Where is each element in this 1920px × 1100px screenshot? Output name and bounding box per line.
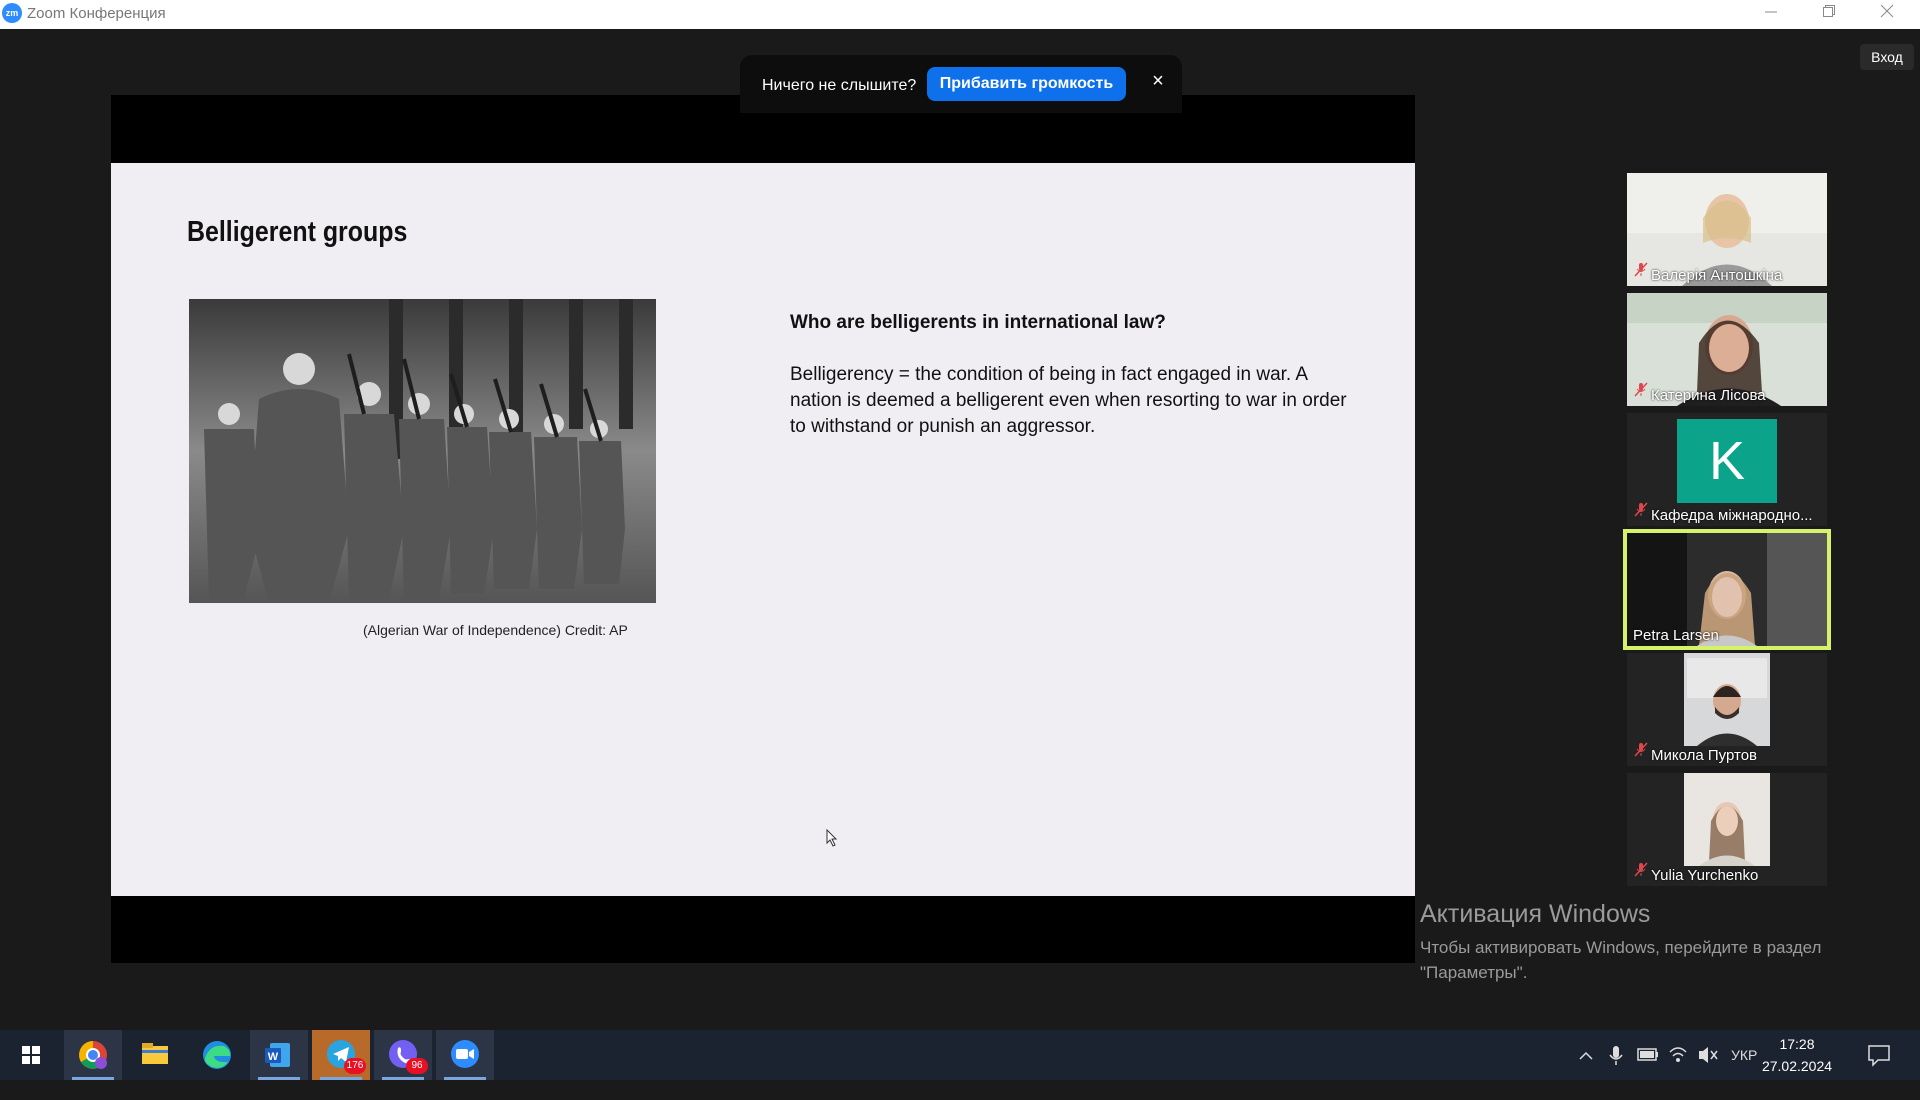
battery-tray-icon[interactable] [1636, 1030, 1660, 1080]
muted-mic-icon [1634, 742, 1648, 762]
close-window-button[interactable] [1858, 0, 1916, 29]
signin-button[interactable]: Вход [1860, 44, 1914, 70]
taskbar: W 176 96 УКР 17:28 27.02.2024 [0, 1030, 1920, 1080]
audio-notification: Ничего не слышите? Прибавить громкость × [740, 55, 1182, 113]
volume-tray-icon[interactable] [1696, 1030, 1720, 1080]
activation-watermark-title: Активация Windows [1420, 900, 1651, 928]
word-icon: W [265, 1043, 290, 1067]
notification-center-icon [1868, 1045, 1890, 1067]
slide-question: Who are belligerents in international la… [790, 312, 1166, 333]
participant-tile[interactable]: K Кафедра міжнародно... [1627, 413, 1827, 526]
chevron-up-icon [1579, 1051, 1593, 1060]
taskbar-app-chrome[interactable] [64, 1030, 122, 1080]
taskbar-app-word[interactable]: W [250, 1030, 308, 1080]
participant-name: Валерія Антошкіна [1651, 267, 1783, 284]
taskbar-clock[interactable]: 17:28 27.02.2024 [1761, 1033, 1833, 1077]
window-titlebar: zm Zoom Конференция [0, 0, 1920, 29]
action-center-button[interactable] [1866, 1030, 1892, 1080]
muted-mic-icon [1634, 382, 1648, 402]
close-icon [1880, 4, 1894, 18]
notification-text: Ничего не слышите? [762, 77, 917, 94]
participant-tile-active-speaker[interactable]: Petra Larsen [1623, 529, 1831, 650]
start-button[interactable] [2, 1030, 60, 1080]
show-hidden-icons-button[interactable] [1576, 1030, 1596, 1080]
muted-mic-icon [1634, 502, 1648, 522]
participant-tile[interactable]: Микола Пуртов [1627, 653, 1827, 766]
input-language-indicator[interactable]: УКР [1731, 1030, 1757, 1080]
participant-name: Катерина Лісова [1651, 387, 1766, 404]
volume-muted-icon [1699, 1047, 1718, 1063]
slide-body-text: Belligerency = the condition of being in… [790, 364, 1347, 437]
slide-photo [189, 299, 656, 603]
participant-name: Yulia Yurchenko [1651, 867, 1759, 884]
microphone-tray-icon[interactable] [1606, 1030, 1626, 1080]
participant-name: Кафедра міжнародно... [1651, 507, 1813, 524]
viber-unread-badge: 96 [406, 1058, 428, 1074]
zoom-icon [451, 1040, 479, 1068]
chrome-icon [79, 1041, 107, 1069]
clock-time: 17:28 [1779, 1036, 1815, 1052]
photo-caption: (Algerian War of Independence) Credit: A… [363, 622, 628, 638]
activation-watermark-text: Чтобы активировать Windows, перейдите в … [1420, 938, 1822, 982]
microphone-icon [1609, 1046, 1623, 1065]
telegram-unread-badge: 176 [344, 1058, 366, 1074]
edge-icon [203, 1041, 231, 1069]
restore-button[interactable] [1800, 0, 1858, 29]
increase-volume-button[interactable]: Прибавить громкость [927, 67, 1126, 101]
taskbar-app-file-explorer[interactable] [126, 1030, 184, 1080]
window-title: Zoom Конференция [27, 5, 166, 22]
minimize-icon [1765, 11, 1777, 13]
participant-tile[interactable]: Валерія Антошкіна [1627, 173, 1827, 286]
network-tray-icon[interactable] [1666, 1030, 1690, 1080]
clock-date: 27.02.2024 [1761, 1058, 1833, 1074]
taskbar-app-viber[interactable]: 96 [374, 1030, 432, 1080]
svg-text:W: W [268, 1051, 279, 1063]
battery-icon [1637, 1048, 1658, 1061]
participant-avatar: K [1677, 419, 1777, 503]
mouse-cursor-icon [826, 828, 838, 852]
muted-mic-icon [1634, 862, 1648, 882]
muted-mic-icon [1634, 262, 1648, 282]
wifi-icon [1669, 1047, 1687, 1062]
restore-icon [1823, 5, 1835, 17]
start-icon [22, 1046, 40, 1064]
participant-tile[interactable]: Катерина Лісова [1627, 293, 1827, 406]
taskbar-app-zoom[interactable] [436, 1030, 494, 1080]
zoom-logo-icon: zm [2, 3, 22, 23]
participant-tile[interactable]: Yulia Yurchenko [1627, 773, 1827, 886]
taskbar-app-telegram[interactable]: 176 [312, 1030, 370, 1080]
slide-title: Belligerent groups [187, 216, 408, 248]
close-notification-button[interactable]: × [1146, 70, 1170, 93]
minimize-button[interactable] [1742, 0, 1800, 29]
participant-name: Petra Larsen [1633, 627, 1719, 644]
taskbar-app-edge[interactable] [188, 1030, 246, 1080]
participant-name: Микола Пуртов [1651, 747, 1758, 764]
shared-slide: Belligerent groups (Algerian War of Inde… [111, 163, 1415, 896]
file-explorer-icon [142, 1043, 168, 1064]
